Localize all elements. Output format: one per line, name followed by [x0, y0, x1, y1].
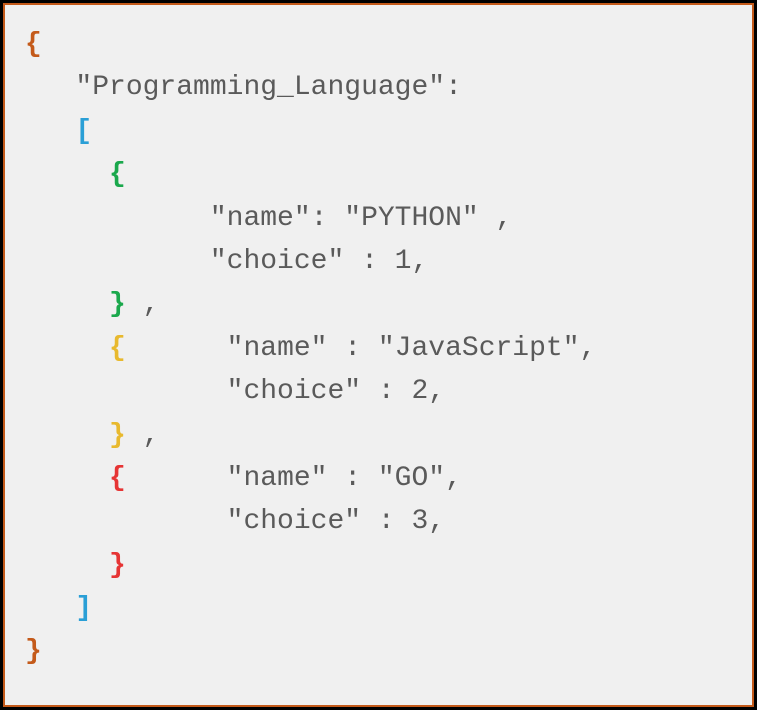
obj3-choice-line: "choice" : 3, — [210, 506, 445, 537]
key-programming-language: "Programming_Language": — [75, 72, 461, 103]
obj2-brace-close: } — [109, 420, 126, 451]
obj3-brace-close: } — [109, 550, 126, 581]
obj1-name-line: "name": "PYTHON" , — [210, 203, 512, 234]
outer-brace-open: { — [25, 29, 42, 60]
obj1-brace-close: } — [109, 289, 126, 320]
array-bracket-close: ] — [75, 593, 92, 624]
array-bracket-open: [ — [75, 116, 92, 147]
outer-brace-close: } — [25, 636, 42, 667]
obj2-brace-open: { — [109, 333, 126, 364]
obj2-choice-line: "choice" : 2, — [210, 376, 445, 407]
obj1-comma: , — [126, 289, 160, 320]
obj3-brace-open: { — [109, 463, 126, 494]
code-snippet-box: { "Programming_Language": [ { "name": "P… — [3, 3, 754, 707]
obj2-name-line: "name" : "JavaScript", — [227, 333, 597, 364]
obj2-comma: , — [126, 420, 160, 451]
obj1-choice-line: "choice" : 1, — [210, 246, 428, 277]
obj1-brace-open: { — [109, 159, 126, 190]
obj3-name-line: "name" : "GO", — [227, 463, 462, 494]
